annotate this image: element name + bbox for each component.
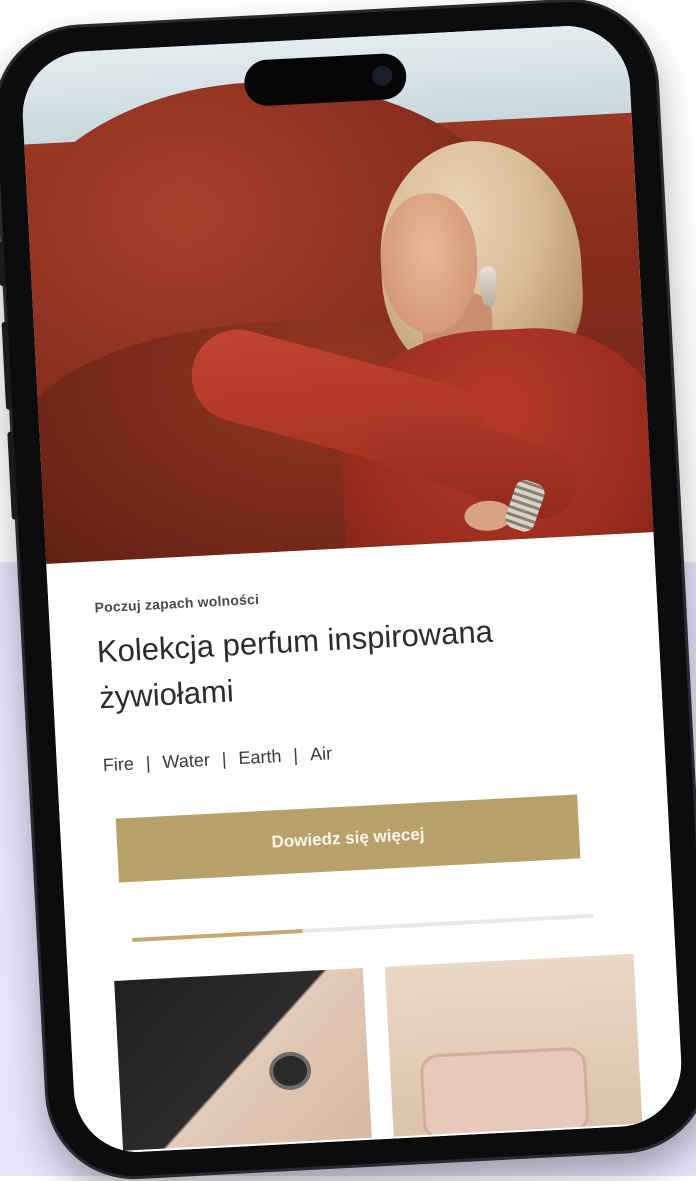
element-water-link[interactable]: Water <box>162 750 210 773</box>
separator: | <box>221 748 227 770</box>
element-air-link[interactable]: Air <box>310 743 333 765</box>
product-tile[interactable] <box>384 953 643 1137</box>
carousel-progress <box>131 913 594 942</box>
element-earth-link[interactable]: Earth <box>238 746 282 769</box>
learn-more-button[interactable]: Dowiedz się więcej <box>115 794 581 883</box>
product-tiles <box>114 953 643 1151</box>
hero-content: Poczuj zapach wolności Kolekcja perfum i… <box>46 532 685 1156</box>
dynamic-island <box>243 52 408 107</box>
product-tile[interactable] <box>114 967 372 1151</box>
phone-screen: Poczuj zapach wolności Kolekcja perfum i… <box>19 22 685 1156</box>
element-fire-link[interactable]: Fire <box>102 754 134 777</box>
separator: | <box>145 752 152 774</box>
page-title: Kolekcja perfum inspirowana żywiołami <box>96 613 494 716</box>
front-camera-icon <box>371 65 393 87</box>
eyebrow-text: Poczuj zapach wolności <box>94 590 260 616</box>
phone-mockup: Poczuj zapach wolności Kolekcja perfum i… <box>0 0 696 1181</box>
ring-image <box>268 1050 313 1091</box>
separator: | <box>292 745 299 766</box>
hero-image <box>19 22 654 564</box>
carousel-progress-fill <box>131 929 303 942</box>
elements-list: Fire | Water | Earth | Air <box>102 743 332 776</box>
bag-image <box>419 1046 590 1137</box>
